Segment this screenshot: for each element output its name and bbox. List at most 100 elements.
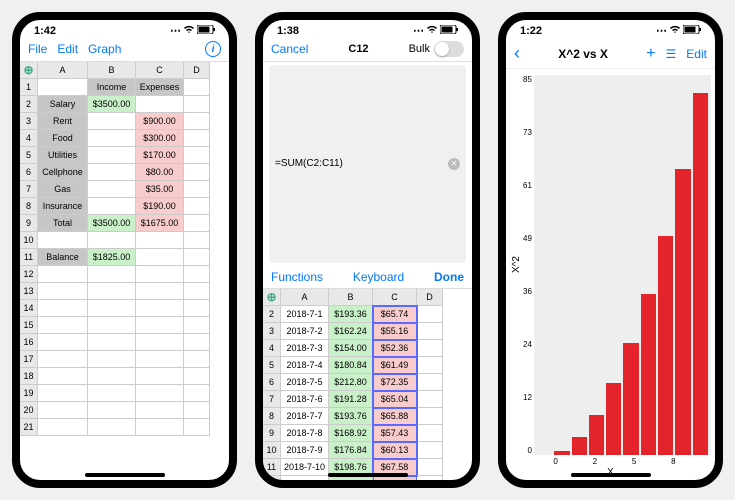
row-header[interactable]: 6 — [20, 164, 38, 181]
cell[interactable] — [184, 164, 210, 181]
cell[interactable] — [136, 283, 184, 300]
cell[interactable]: Totals: — [281, 476, 329, 481]
done-button[interactable]: Done — [434, 270, 464, 284]
cell[interactable] — [136, 385, 184, 402]
row-header[interactable]: 12 — [263, 476, 281, 481]
cell[interactable] — [184, 351, 210, 368]
chart-bar[interactable] — [693, 93, 708, 455]
cell[interactable]: $170.00 — [136, 147, 184, 164]
col-header-c[interactable]: C — [136, 62, 184, 79]
cell[interactable] — [136, 266, 184, 283]
cell[interactable]: Balance — [38, 249, 88, 266]
chart-bar[interactable] — [572, 437, 587, 455]
cell[interactable] — [38, 402, 88, 419]
row-header[interactable]: 3 — [263, 323, 281, 340]
cell[interactable] — [184, 79, 210, 96]
menu-file[interactable]: File — [28, 42, 47, 56]
row-header[interactable]: 11 — [20, 249, 38, 266]
cell[interactable] — [38, 368, 88, 385]
col-header-c[interactable]: C — [373, 289, 417, 306]
cell[interactable] — [184, 130, 210, 147]
cell[interactable] — [88, 334, 136, 351]
home-indicator[interactable] — [328, 473, 408, 477]
cell[interactable]: $168.92 — [329, 425, 373, 442]
cell[interactable]: $180.84 — [329, 357, 373, 374]
cell[interactable]: $57.43 — [373, 425, 417, 442]
cell[interactable] — [88, 164, 136, 181]
cell[interactable] — [136, 334, 184, 351]
cell[interactable]: 2018-7-1 — [281, 306, 329, 323]
cell[interactable] — [136, 300, 184, 317]
cell[interactable] — [38, 317, 88, 334]
add-row-button[interactable]: ⊕ — [20, 62, 38, 79]
chart-bar[interactable] — [554, 451, 569, 455]
cell[interactable] — [417, 306, 443, 323]
spreadsheet[interactable]: ⊕ A B C D 1IncomeExpenses2Salary$3500.00… — [20, 62, 229, 480]
cell[interactable] — [184, 419, 210, 436]
cell[interactable] — [88, 130, 136, 147]
cell[interactable]: $1675.00 — [136, 215, 184, 232]
spreadsheet[interactable]: ⊕ A B C D 22018-7-1$193.36$65.7432018-7-… — [263, 289, 472, 481]
cell[interactable] — [136, 368, 184, 385]
cell[interactable] — [184, 283, 210, 300]
cell[interactable] — [88, 402, 136, 419]
menu-edit[interactable]: Edit — [57, 42, 78, 56]
cell[interactable] — [38, 266, 88, 283]
row-header[interactable]: 18 — [20, 368, 38, 385]
cell[interactable]: $212.80 — [329, 374, 373, 391]
cell[interactable] — [136, 419, 184, 436]
row-header[interactable]: 9 — [263, 425, 281, 442]
cell[interactable]: $154.00 — [329, 340, 373, 357]
row-header[interactable]: 15 — [20, 317, 38, 334]
cell[interactable] — [136, 317, 184, 334]
cell[interactable]: $3500.00 — [88, 215, 136, 232]
col-header-b[interactable]: B — [88, 62, 136, 79]
cell[interactable]: $60.13 — [373, 442, 417, 459]
row-header[interactable]: 16 — [20, 334, 38, 351]
cell[interactable] — [417, 374, 443, 391]
cell[interactable]: $52.36 — [373, 340, 417, 357]
cell[interactable] — [184, 147, 210, 164]
row-header[interactable]: 17 — [20, 351, 38, 368]
cell[interactable] — [88, 385, 136, 402]
cell[interactable] — [184, 317, 210, 334]
row-header[interactable]: 8 — [263, 408, 281, 425]
cell[interactable]: $55.16 — [373, 323, 417, 340]
row-header[interactable]: 10 — [20, 232, 38, 249]
row-header[interactable]: 10 — [263, 442, 281, 459]
cell[interactable] — [417, 425, 443, 442]
cell[interactable]: 2018-7-7 — [281, 408, 329, 425]
row-header[interactable]: 11 — [263, 459, 281, 476]
cell[interactable]: Income — [88, 79, 136, 96]
cell[interactable] — [184, 266, 210, 283]
cell[interactable] — [136, 232, 184, 249]
row-header[interactable]: 2 — [263, 306, 281, 323]
row-header[interactable]: 5 — [263, 357, 281, 374]
cell[interactable]: $35.00 — [136, 181, 184, 198]
chart-bar[interactable] — [641, 294, 656, 455]
row-header[interactable]: 2 — [20, 96, 38, 113]
cell[interactable]: $61.49 — [373, 357, 417, 374]
cell[interactable]: $193.36 — [329, 306, 373, 323]
cell[interactable] — [184, 96, 210, 113]
cell[interactable] — [184, 113, 210, 130]
row-header[interactable]: 4 — [263, 340, 281, 357]
cell[interactable] — [417, 476, 443, 481]
cell[interactable] — [136, 351, 184, 368]
cell[interactable] — [38, 300, 88, 317]
info-icon[interactable]: i — [205, 41, 221, 57]
cell[interactable] — [417, 459, 443, 476]
cell[interactable]: $80.00 — [136, 164, 184, 181]
cell[interactable] — [38, 283, 88, 300]
cell[interactable] — [88, 181, 136, 198]
col-header-a[interactable]: A — [281, 289, 329, 306]
clear-icon[interactable]: ✕ — [448, 158, 460, 170]
row-header[interactable]: 6 — [263, 374, 281, 391]
row-header[interactable]: 7 — [20, 181, 38, 198]
cell[interactable]: Total — [38, 215, 88, 232]
cell[interactable] — [136, 249, 184, 266]
cell[interactable]: $190.00 — [136, 198, 184, 215]
row-header[interactable]: 20 — [20, 402, 38, 419]
cell[interactable] — [184, 385, 210, 402]
cell[interactable]: 2018-7-8 — [281, 425, 329, 442]
